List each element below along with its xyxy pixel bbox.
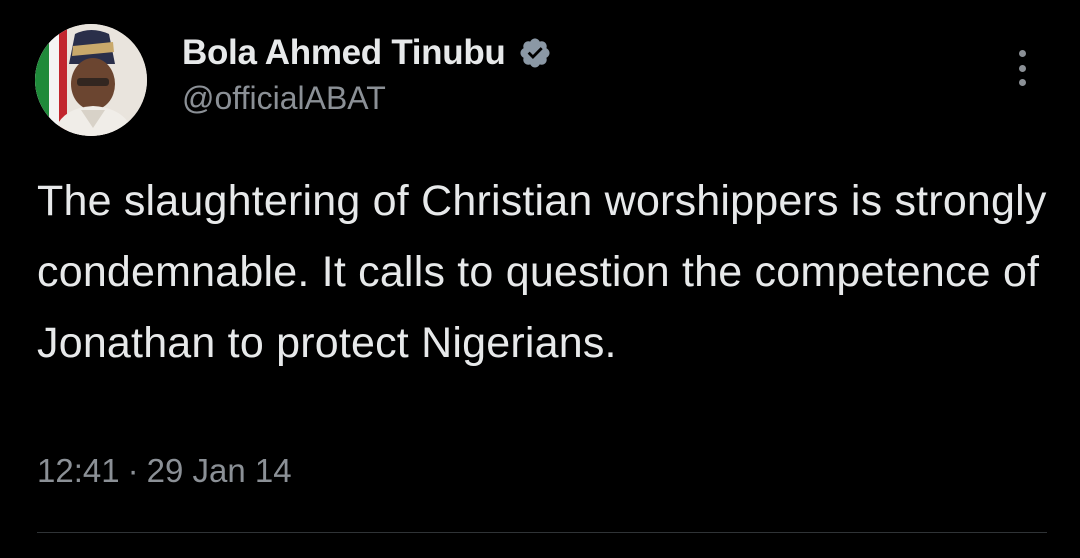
avatar[interactable] bbox=[35, 24, 147, 136]
more-dot bbox=[1018, 79, 1026, 86]
tweet-card: Bola Ahmed Tinubu @officialABAT The slau… bbox=[0, 0, 1080, 558]
more-dot bbox=[1018, 64, 1026, 72]
divider bbox=[37, 532, 1047, 533]
tweet-date: 29 Jan 14 bbox=[146, 452, 292, 489]
avatar-image bbox=[35, 24, 147, 136]
author-handle[interactable]: @officialABAT bbox=[182, 80, 386, 117]
tweet-time: 12:41 bbox=[37, 452, 120, 489]
more-dot bbox=[1018, 50, 1026, 57]
meta-separator: · bbox=[127, 452, 139, 489]
tweet-text: The slaughtering of Christian worshipper… bbox=[37, 177, 1047, 367]
author-display-name[interactable]: Bola Ahmed Tinubu bbox=[182, 33, 506, 73]
tweet-timestamp[interactable]: 12:41 · 29 Jan 14 bbox=[37, 452, 292, 490]
verified-badge-icon[interactable] bbox=[518, 36, 552, 70]
author-row: Bola Ahmed Tinubu bbox=[182, 30, 552, 76]
more-options-icon[interactable] bbox=[1010, 48, 1034, 88]
